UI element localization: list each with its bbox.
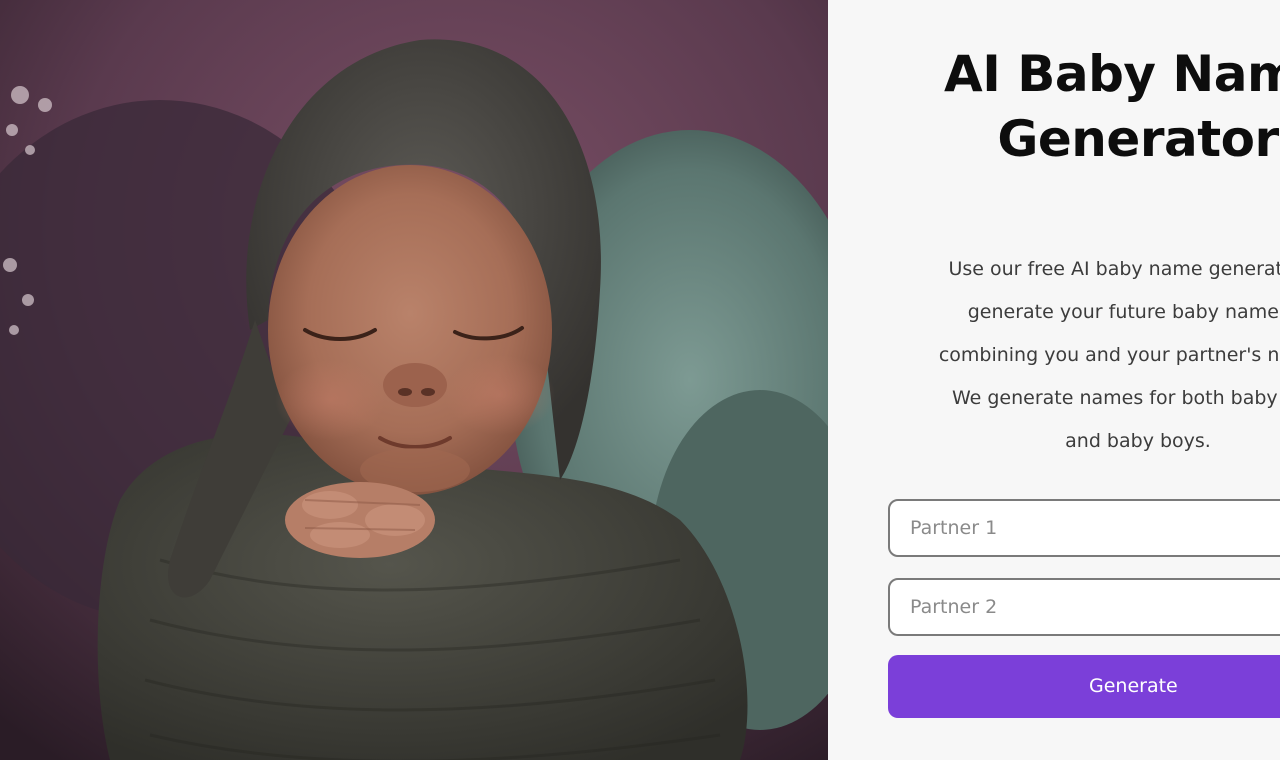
generate-button[interactable]: Generate — [888, 655, 1280, 718]
description: Use our free AI baby name generator to g… — [868, 248, 1280, 463]
description-line: and baby boys. — [1065, 430, 1211, 452]
partner-2-input[interactable] — [888, 578, 1280, 636]
title-line-1: AI Baby Name — [944, 45, 1280, 103]
page: AI Baby Name Generator Use our free AI b… — [0, 0, 1280, 760]
page-title: AI Baby Name Generator — [828, 42, 1280, 172]
partner-1-input[interactable] — [888, 499, 1280, 557]
description-line: combining you and your partner's names. — [938, 344, 1280, 366]
baby-illustration — [0, 0, 828, 760]
hero-baby-photo — [0, 0, 828, 760]
description-line: We generate names for both baby girls — [951, 387, 1280, 409]
generate-button-label: Generate — [1089, 675, 1178, 697]
description-line: Use our free AI baby name generator to — [948, 258, 1280, 280]
title-line-2: Generator — [997, 110, 1279, 168]
description-line: generate your future baby name by — [967, 301, 1280, 323]
generator-panel: AI Baby Name Generator Use our free AI b… — [828, 0, 1280, 760]
